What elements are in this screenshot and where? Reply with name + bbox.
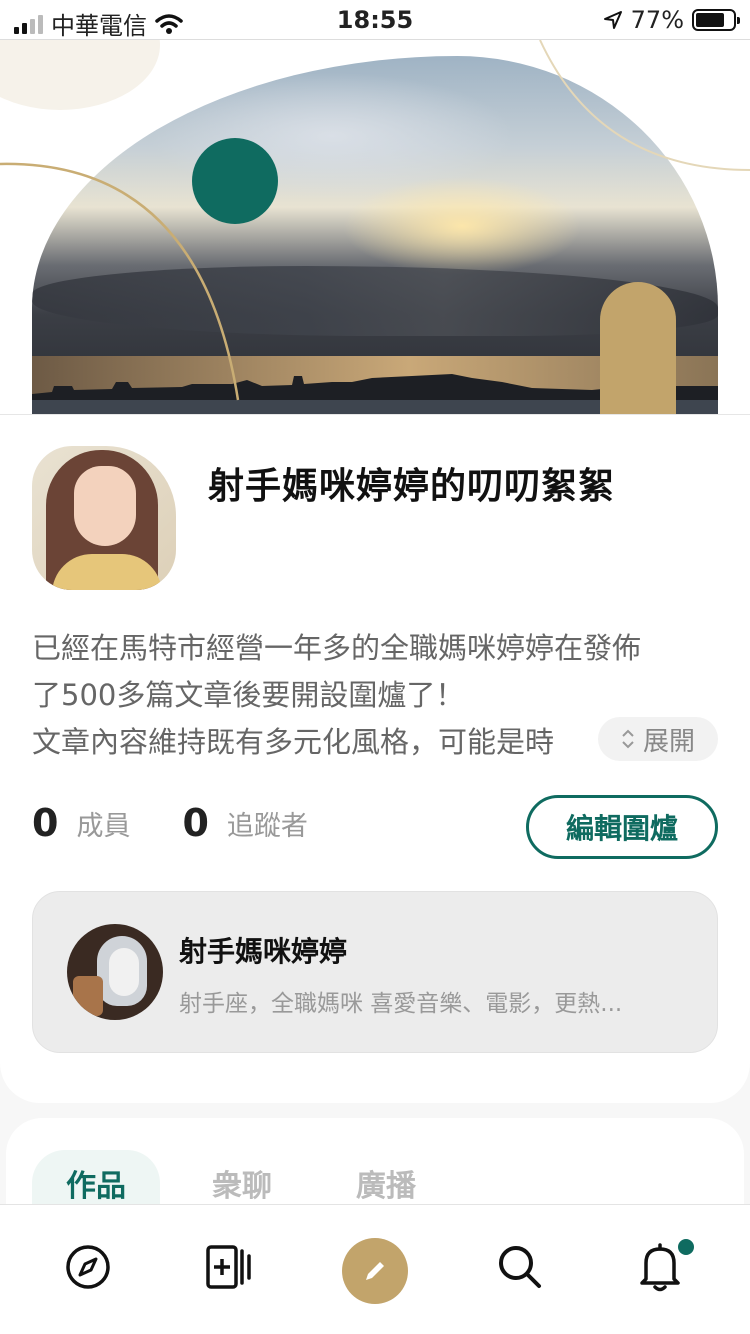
followers-count: 0: [182, 801, 209, 845]
members-count: 0: [32, 801, 59, 845]
content-tabs: 作品 衆聊 廣播: [6, 1118, 744, 1218]
nav-explore[interactable]: [58, 1237, 118, 1297]
description-line: 了500多篇文章後要開設圍爐了！: [32, 678, 465, 712]
edit-room-button[interactable]: 編輯圍爐: [526, 795, 718, 859]
bell-icon: [640, 1243, 680, 1292]
description-line: 已經在馬特市經營一年多的全職媽咪婷婷在發佈: [32, 631, 642, 665]
nav-write-button[interactable]: [342, 1238, 408, 1304]
expand-button[interactable]: 展開: [598, 717, 718, 761]
battery-icon: [692, 9, 740, 31]
battery-fill: [696, 13, 724, 27]
pencil-icon: [366, 1262, 384, 1280]
search-icon: [499, 1246, 541, 1288]
status-bar: 中華電信 18:55 77%: [0, 0, 750, 40]
decorative-gold-pill: [600, 282, 676, 414]
expand-label: 展開: [642, 726, 695, 757]
add-page-icon: [206, 1245, 251, 1289]
owner-name: 射手媽咪婷婷: [179, 935, 348, 968]
followers-label[interactable]: 追蹤者: [227, 804, 308, 843]
location-arrow-icon: [603, 11, 622, 29]
nav-search[interactable]: [490, 1237, 550, 1297]
expand-chevron-icon: [621, 728, 635, 750]
room-avatar[interactable]: [32, 446, 176, 590]
compass-icon: [66, 1245, 110, 1289]
owner-bio: 射手座，全職媽咪 喜愛音樂、電影，更熱...: [179, 991, 623, 1017]
nav-add-page[interactable]: [198, 1237, 258, 1297]
room-title: 射手媽咪婷婷的叨叨絮絮: [208, 466, 616, 507]
battery-percent: 77%: [630, 6, 684, 34]
decorative-teal-circle: [192, 138, 278, 224]
status-right: 77%: [603, 6, 740, 34]
owner-avatar[interactable]: [67, 924, 163, 1020]
notification-dot: [678, 1239, 694, 1255]
members-label[interactable]: 成員: [76, 804, 130, 843]
room-profile: 射手媽咪婷婷的叨叨絮絮 已經在馬特市經營一年多的全職媽咪婷婷在發佈 了500多篇…: [0, 415, 750, 1103]
cover-hero: [0, 40, 750, 415]
room-stats: 0 成員 0 追蹤者: [32, 801, 308, 845]
bottom-nav: [0, 1204, 750, 1334]
owner-card[interactable]: 射手媽咪婷婷 射手座，全職媽咪 喜愛音樂、電影，更熱...: [32, 891, 718, 1053]
